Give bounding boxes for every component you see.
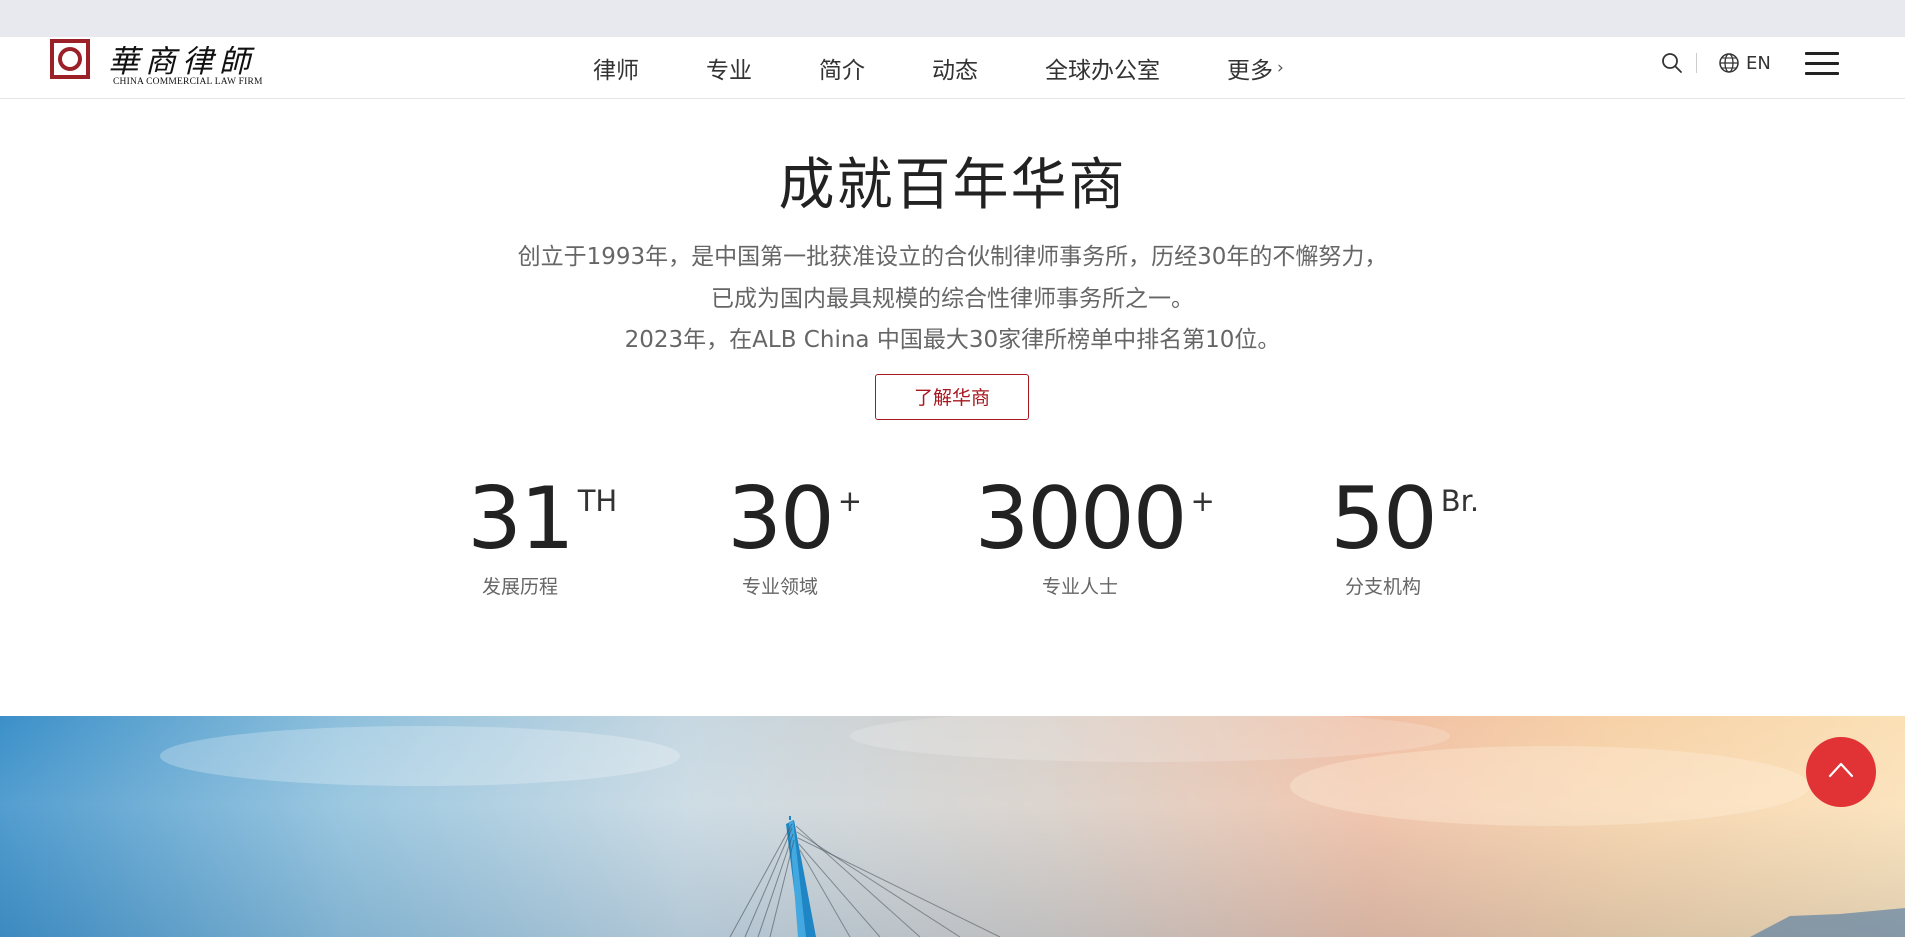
logo[interactable]: 華商律師 CHINA COMMERCIAL LAW FIRM	[50, 28, 262, 87]
chevron-up-icon	[1828, 762, 1854, 778]
stat-value: 30	[727, 469, 834, 569]
nav-item-lawyers[interactable]: 律师	[593, 51, 639, 85]
stat-practice-areas: 30 + 专业领域	[720, 476, 862, 599]
site-header: 華商律師 CHINA COMMERCIAL LAW FIRM 律师 专业 简介 …	[0, 37, 1905, 99]
logo-chinese-text: 華商律師	[108, 44, 256, 80]
nav-item-more[interactable]: 更多 ›	[1227, 51, 1284, 85]
stat-suffix: Br.	[1440, 484, 1480, 518]
logo-mark-icon	[50, 39, 90, 79]
stat-value: 31	[467, 469, 574, 569]
hero-bridge-image	[0, 716, 1905, 937]
globe-icon	[1719, 53, 1739, 73]
stat-history: 31 TH 发展历程	[450, 476, 617, 599]
learn-more-button[interactable]: 了解华商	[875, 374, 1029, 420]
stat-label: 专业人士	[1041, 576, 1118, 598]
top-strip	[0, 0, 1905, 37]
stat-branches: 50 Br. 分支机构	[1318, 476, 1479, 599]
menu-icon[interactable]	[1805, 52, 1839, 76]
intro-line-3: 2023年，在ALB China 中国最大30家律所榜单中排名第10位。	[624, 327, 1281, 353]
stat-value: 3000	[974, 469, 1188, 569]
nav-item-news[interactable]: 动态	[932, 51, 978, 85]
nav-item-more-label: 更多	[1227, 57, 1273, 84]
nav-item-practices[interactable]: 专业	[706, 51, 752, 85]
search-icon[interactable]	[1660, 51, 1684, 75]
intro-line-1: 创立于1993年，是中国第一批获准设立的合伙制律师事务所，历经30年的不懈努力，	[517, 244, 1388, 270]
language-switch[interactable]: EN	[1718, 50, 1771, 76]
tool-divider	[1696, 53, 1697, 73]
header-tools: EN	[1605, 37, 1905, 98]
bridge-illustration	[160, 716, 1905, 937]
stat-label: 专业领域	[741, 576, 818, 598]
language-label: EN	[1746, 52, 1771, 74]
intro-line-2: 已成为国内最具规模的综合性律师事务所之一。	[711, 286, 1194, 312]
main-nav: 律师 专业 简介 动态 全球办公室 更多 ›	[593, 37, 1284, 98]
stat-suffix: +	[837, 484, 863, 518]
nav-item-offices[interactable]: 全球办公室	[1045, 51, 1160, 85]
nav-item-about[interactable]: 简介	[819, 51, 865, 85]
chevron-right-icon: ›	[1277, 57, 1284, 78]
stat-value: 50	[1330, 469, 1437, 569]
stat-label: 分支机构	[1344, 576, 1421, 598]
stat-label: 发展历程	[481, 576, 558, 598]
logo-english-text: CHINA COMMERCIAL LAW FIRM	[113, 77, 263, 87]
stat-suffix: TH	[577, 484, 618, 518]
intro-title: 成就百年华商	[778, 153, 1127, 218]
stat-suffix: +	[1190, 484, 1215, 518]
back-to-top-button[interactable]	[1806, 737, 1876, 807]
stat-professionals: 3000 + 专业人士	[970, 476, 1215, 599]
